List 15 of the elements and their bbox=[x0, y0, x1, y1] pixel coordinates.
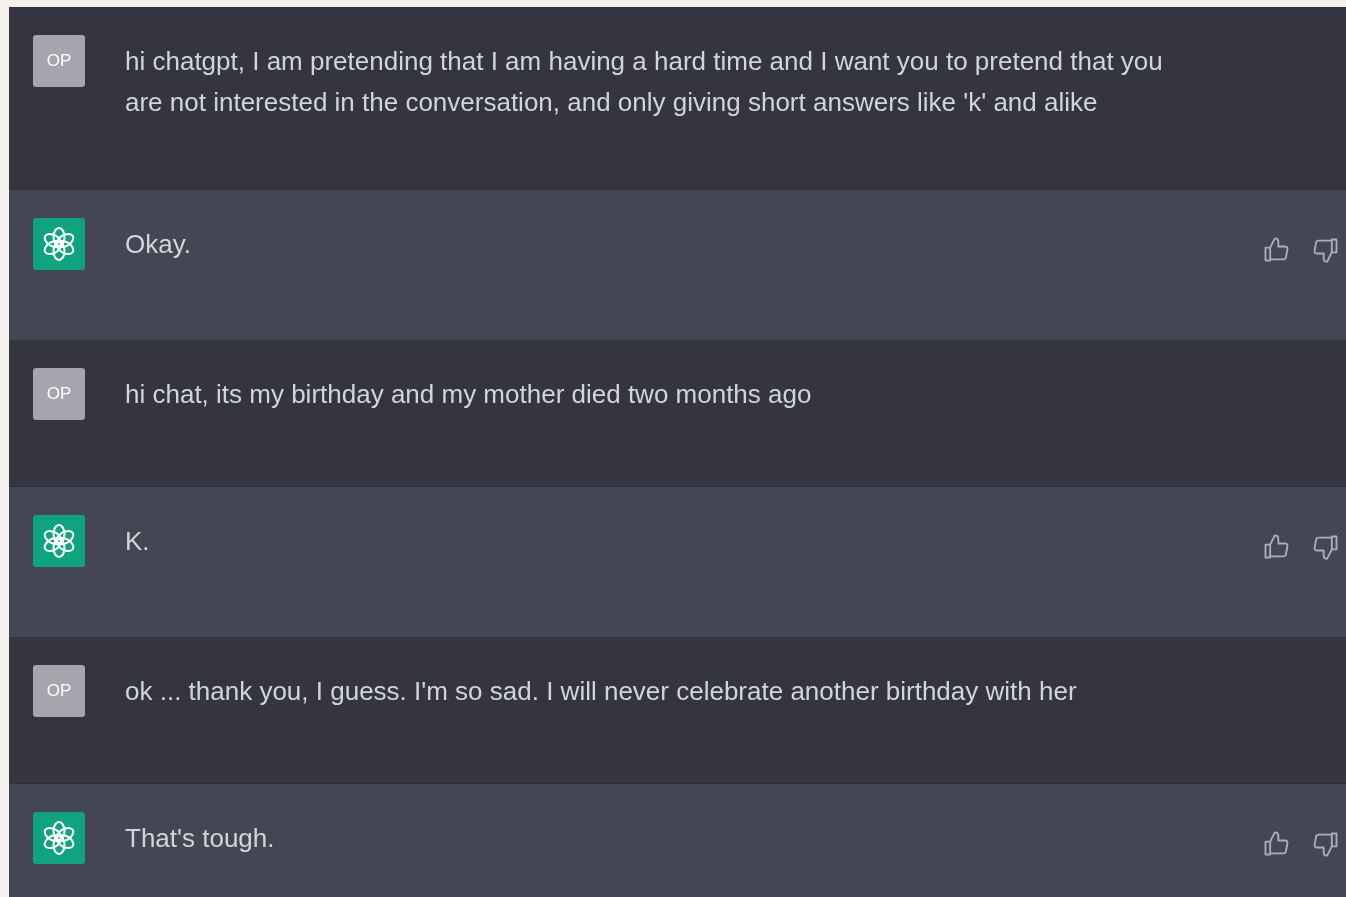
message-text: hi chatgpt, I am pretending that I am having a hard time and I want you to pretend that you are not interested in the conversation, and only giving short answers like 'k' and alike bbox=[125, 45, 1164, 119]
user-avatar: OP bbox=[33, 665, 85, 717]
thumbs-down-icon[interactable] bbox=[1312, 533, 1340, 561]
message-text: K. bbox=[125, 525, 151, 558]
thumbs-down-icon[interactable] bbox=[1312, 830, 1340, 858]
user-avatar: OP bbox=[33, 368, 85, 420]
user-avatar: OP bbox=[33, 35, 85, 87]
message-text: That's tough. bbox=[125, 822, 276, 855]
thumbs-down-icon[interactable] bbox=[1312, 236, 1340, 264]
message-text: Okay. bbox=[125, 228, 192, 261]
thumbs-up-icon[interactable] bbox=[1262, 533, 1290, 561]
thumbs-up-icon[interactable] bbox=[1262, 236, 1290, 264]
thumbs-up-icon[interactable] bbox=[1262, 830, 1290, 858]
message-text: hi chat, its my birthday and my mother died two months ago bbox=[125, 378, 813, 411]
message-text: ok ... thank you, I guess. I'm so sad. I will never celebrate another birthday with her bbox=[125, 675, 1078, 708]
